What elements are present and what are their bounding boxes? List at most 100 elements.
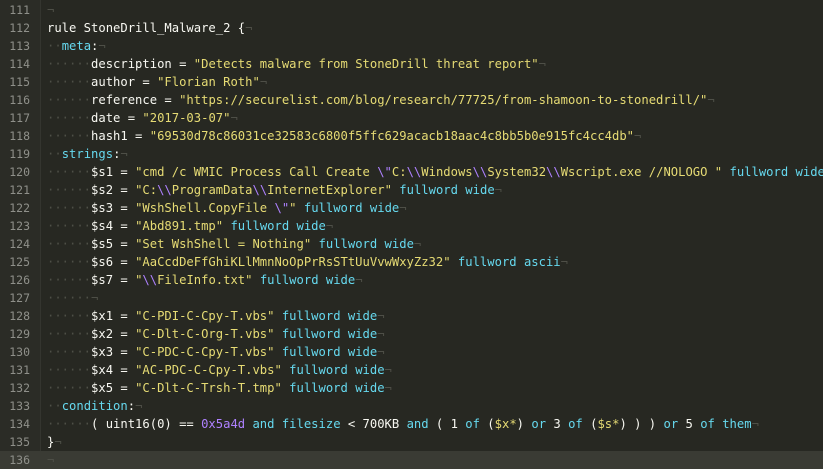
code-token: reference = [91, 93, 180, 107]
code-line[interactable]: 111 ¬ [0, 1, 823, 19]
code-token: "C-Dlt-C-Org-T.vbs" [135, 327, 275, 341]
code-token: " [289, 201, 297, 215]
code-token: author = [91, 75, 158, 89]
line-number: 113 [9, 39, 30, 53]
code-token: $x3 = [91, 345, 136, 359]
code-line[interactable]: 117 ······date = "2017-03-07"¬ [0, 109, 823, 127]
code-token: ······ [47, 381, 92, 395]
code-token: ······ [47, 309, 92, 323]
line-number: 136 [9, 453, 30, 467]
line-text: ······date = "2017-03-07"¬ [47, 109, 238, 127]
code-line[interactable]: 122 ······$s3 = "WshShell.CopyFile \"" fu… [0, 199, 823, 217]
code-line[interactable]: 136 ¬ [0, 451, 823, 469]
code-line[interactable]: 123 ······$s4 = "Abd891.tmp" fullword wid… [0, 217, 823, 235]
code-line[interactable]: 116 ······reference = "https://securelist… [0, 91, 823, 109]
code-token: filesize [281, 417, 341, 431]
line-text: ··meta:¬ [47, 37, 106, 55]
code-token: ( [479, 417, 495, 431]
code-token: or [663, 417, 679, 431]
end-of-line-marker: ¬ [384, 363, 392, 377]
code-token: ······ [47, 165, 92, 179]
code-line[interactable]: 125 ······$s6 = "AaCcdDeFfGhiKLlMmnNoOpPr… [0, 253, 823, 271]
code-token: fullword wide [399, 183, 495, 197]
end-of-line-marker: ¬ [47, 453, 55, 467]
code-token: $s2 = [91, 183, 136, 197]
code-editor[interactable]: 111 ¬ 112 rule StoneDrill_Malware_2 {¬ 113 ··… [0, 0, 823, 469]
code-token: them [722, 417, 752, 431]
code-token: ······ [47, 291, 92, 305]
code-line[interactable]: 135}¬ [0, 433, 823, 451]
line-text: ··strings:¬ [47, 145, 128, 163]
code-token: ······ [47, 93, 92, 107]
code-line[interactable]: 115 ······author = "Florian Roth"¬ [0, 73, 823, 91]
code-line[interactable]: 134 ······( uint16(0) == 0x5a4d and files… [0, 415, 823, 433]
code-line[interactable]: 118 ······hash1 = "69530d78c86031ce32583c… [0, 127, 823, 145]
line-text: ······$s3 = "WshShell.CopyFile \"" fullw… [47, 199, 407, 217]
line-number: 120 [9, 165, 30, 179]
code-token: fullword wide [289, 381, 385, 395]
line-number: 131 [9, 363, 30, 377]
code-token: \\ [252, 183, 268, 197]
line-number: 115 [9, 75, 30, 89]
code-line[interactable]: 124 ······$s5 = "Set WshShell = Nothing" … [0, 235, 823, 253]
line-text: ······¬ [47, 289, 98, 307]
code-line[interactable]: 114 ······description = "Detects malware … [0, 55, 823, 73]
code-token: fullword ascii [457, 255, 561, 269]
code-token: of [465, 417, 480, 431]
code-token: ······ [47, 57, 92, 71]
code-line[interactable]: 113 ··meta:¬ [0, 37, 823, 55]
code-token: "Detects malware from StoneDrill threat … [193, 57, 539, 71]
line-number: 134 [9, 417, 30, 431]
code-line[interactable]: 129 ······$x2 = "C-Dlt-C-Org-T.vbs" fullw… [0, 325, 823, 343]
code-token: "Florian Roth" [157, 75, 260, 89]
line-number: 125 [9, 255, 30, 269]
code-token: \" [377, 165, 392, 179]
line-text: ······$x5 = "C-Dlt-C-Trsh-T.tmp" fullwor… [47, 379, 392, 397]
code-token: ·· [47, 39, 62, 53]
code-token: fullword wide [281, 327, 378, 341]
code-token: rule StoneDrill_Malware_2 { [47, 21, 246, 35]
end-of-line-marker: ¬ [751, 417, 759, 431]
code-token: "Abd891.tmp" [135, 219, 224, 233]
end-of-line-marker: ¬ [325, 219, 334, 233]
code-token: System32 [487, 165, 547, 179]
code-lines[interactable]: 111 ¬ 112 rule StoneDrill_Malware_2 {¬ 113 ··… [0, 1, 823, 469]
code-token: "C-PDI-C-Cpy-T.vbs" [135, 309, 275, 323]
code-line[interactable]: 130 ······$x3 = "C-PDC-C-Cpy-T.vbs" fullw… [0, 343, 823, 361]
code-token: or [531, 417, 547, 431]
code-line[interactable]: 112 rule StoneDrill_Malware_2 {¬ [0, 19, 823, 37]
line-text: rule StoneDrill_Malware_2 {¬ [47, 19, 252, 37]
code-line[interactable]: 120 ······$s1 = "cmd /c WMIC Process Call… [0, 163, 823, 181]
code-token: ( 1 [428, 417, 466, 431]
line-number: 122 [9, 201, 30, 215]
code-line[interactable]: 128 ······$x1 = "C-PDI-C-Cpy-T.vbs" fullw… [0, 307, 823, 325]
code-token: meta [61, 39, 92, 53]
end-of-line-marker: ¬ [120, 147, 128, 161]
end-of-line-marker: ¬ [245, 21, 253, 35]
code-token: $s* [597, 417, 620, 431]
code-line[interactable]: 131 ······$x4 = "AC-PDC-C-Cpy-T.vbs" full… [0, 361, 823, 379]
line-text: ······reference = "https://securelist.co… [47, 91, 715, 109]
end-of-line-marker: ¬ [98, 39, 106, 53]
code-token: ······ [47, 273, 92, 287]
code-token: \" [274, 201, 290, 215]
code-token: ······ [47, 75, 92, 89]
line-number: 117 [9, 111, 30, 125]
code-line[interactable]: 126 ······$s7 = "\\FileInfo.txt" fullword… [0, 271, 823, 289]
line-number: 129 [9, 327, 30, 341]
code-line[interactable]: 127 ······¬ [0, 289, 823, 307]
line-number: 133 [9, 399, 30, 413]
code-line[interactable]: 133 ··condition:¬ [0, 397, 823, 415]
code-line[interactable]: 121 ······$s2 = "C:\\ProgramData\\Interne… [0, 181, 823, 199]
end-of-line-marker: ¬ [135, 399, 143, 413]
code-token: and [252, 417, 275, 431]
code-token: ) [516, 417, 532, 431]
line-text: }¬ [47, 433, 62, 451]
code-token: $x* [494, 417, 517, 431]
code-line[interactable]: 132 ······$x5 = "C-Dlt-C-Trsh-T.tmp" full… [0, 379, 823, 397]
end-of-line-marker: ¬ [413, 237, 422, 251]
code-token: of [700, 417, 715, 431]
code-line[interactable]: 119 ··strings:¬ [0, 145, 823, 163]
